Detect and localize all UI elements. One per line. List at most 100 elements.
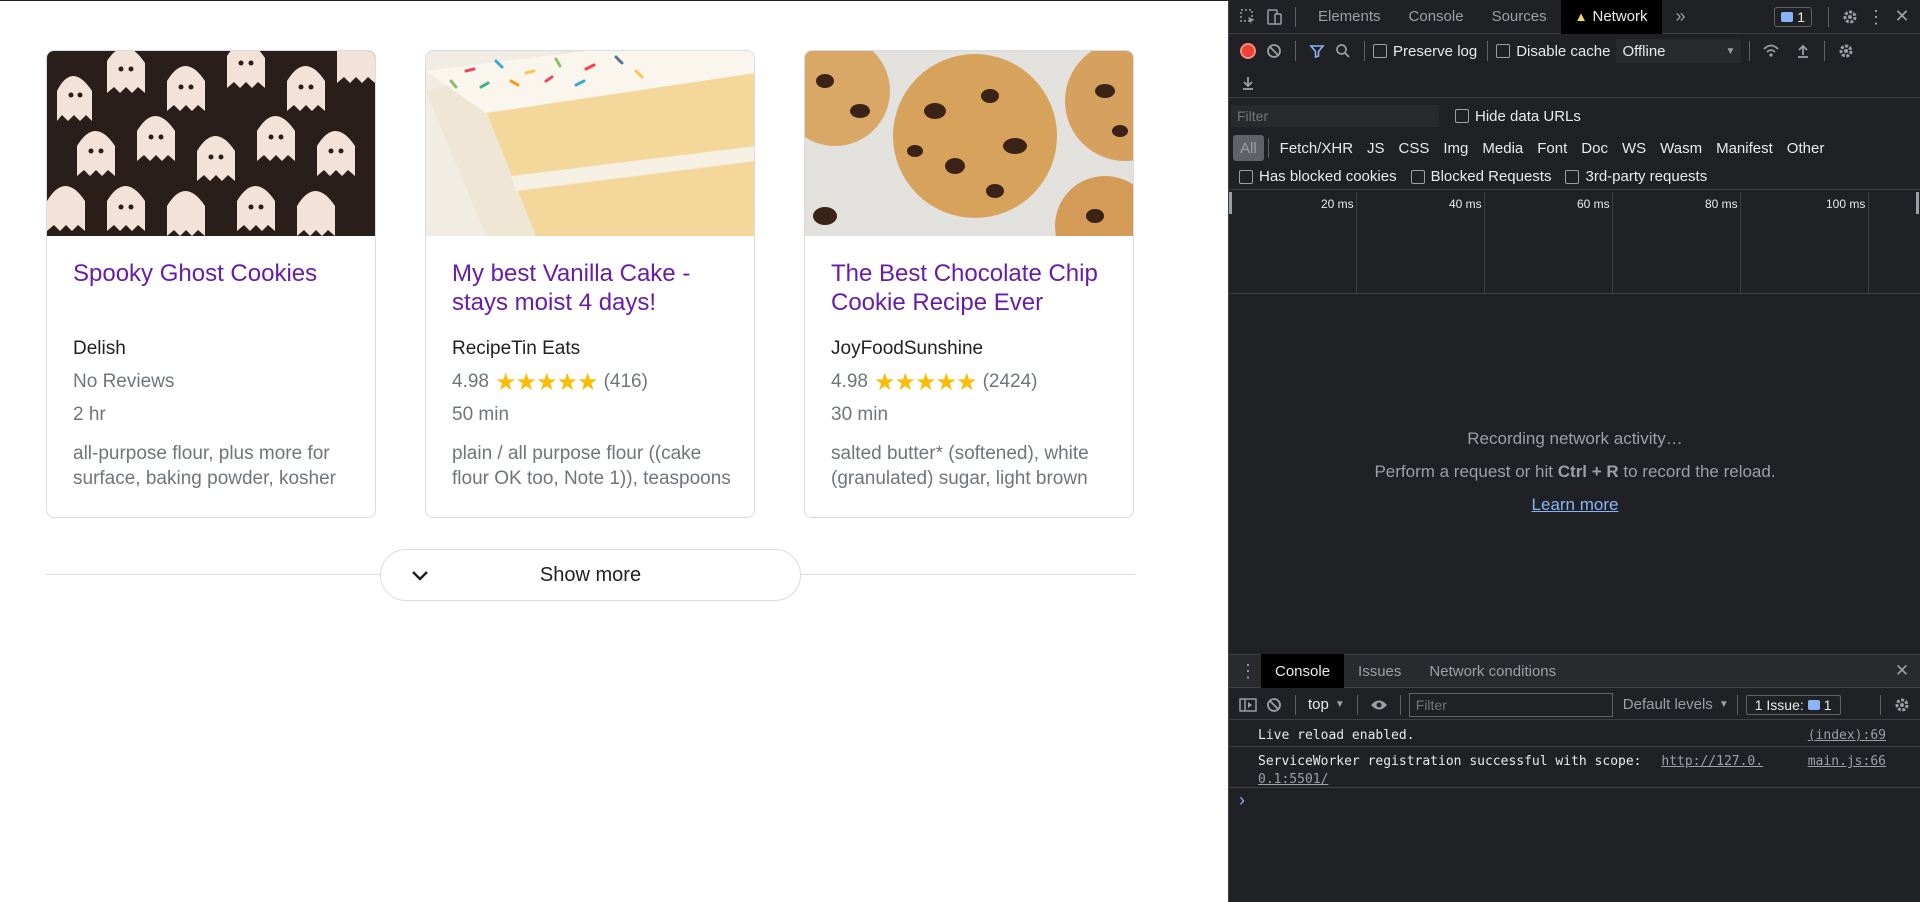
recipe-title[interactable]: The Best Chocolate Chip Cookie Recipe Ev… [831, 259, 1113, 317]
tab-network[interactable]: ▲ Network [1560, 0, 1662, 34]
issues-badge-button[interactable]: 1 [1774, 6, 1812, 27]
log-levels-select[interactable]: Default levels ▼ [1623, 696, 1729, 713]
export-har-icon[interactable] [1235, 70, 1261, 96]
timeline-overview[interactable]: 20 ms 40 ms 60 ms 80 ms 100 ms [1229, 192, 1920, 294]
drawer-tab-issues[interactable]: Issues [1344, 654, 1415, 688]
star-rating-icon: ★★★★★ [494, 368, 599, 396]
type-filter-all[interactable]: All [1233, 135, 1264, 161]
close-devtools-icon[interactable]: ✕ [1889, 4, 1915, 30]
type-filter-css[interactable]: CSS [1392, 135, 1437, 161]
record-button-icon[interactable] [1235, 38, 1261, 64]
blocked-filter-row: Has blocked cookies Blocked Requests 3rd… [1229, 164, 1920, 190]
network-settings-gear-icon[interactable] [1833, 38, 1859, 64]
separator [1267, 138, 1269, 158]
tick-label: 80 ms [1705, 197, 1738, 211]
console-messages: Live reload enabled. (index):69 ServiceW… [1229, 722, 1920, 812]
preserve-log-checkbox[interactable]: Preserve log [1373, 43, 1477, 60]
timeline-handle-left[interactable] [1229, 192, 1232, 214]
review-count: (2424) [982, 371, 1038, 392]
rating-value: 4.98 [831, 371, 868, 392]
device-toolbar-icon[interactable] [1261, 4, 1287, 30]
type-filter-media[interactable]: Media [1475, 135, 1530, 161]
console-message: Live reload enabled. (index):69 [1229, 722, 1920, 747]
throttling-select[interactable]: Offline ▼ [1616, 39, 1742, 63]
recipe-source: JoyFoodSunshine [831, 338, 984, 359]
third-party-label: 3rd-party requests [1585, 168, 1708, 185]
disable-cache-checkbox[interactable]: Disable cache [1496, 43, 1610, 60]
blocked-requests-checkbox[interactable]: Blocked Requests [1410, 168, 1551, 185]
type-filter-ws[interactable]: WS [1615, 135, 1653, 161]
recipe-card-vanilla-cake[interactable]: My best Vanilla Cake - stays moist 4 day… [425, 50, 755, 518]
clear-icon[interactable] [1261, 38, 1287, 64]
show-more-label: Show more [539, 563, 642, 586]
message-icon [1807, 699, 1820, 710]
show-more-button[interactable]: Show more [380, 549, 801, 601]
has-blocked-cookies-checkbox[interactable]: Has blocked cookies [1239, 168, 1397, 185]
tab-elements[interactable]: Elements [1304, 0, 1395, 34]
drawer-menu-icon[interactable]: ⋮ [1235, 658, 1261, 684]
hide-data-urls-checkbox[interactable]: Hide data URLs [1455, 108, 1581, 125]
timeline-handle-right[interactable] [1916, 192, 1919, 214]
console-filter-input[interactable] [1408, 692, 1613, 717]
recipe-card-chocolate-chip[interactable]: The Best Chocolate Chip Cookie Recipe Ev… [804, 50, 1134, 518]
grid-line [1868, 192, 1869, 293]
recipe-time: 50 min [452, 404, 510, 425]
recipe-card-ghost-cookies[interactable]: Spooky Ghost Cookies Delish No Reviews 2… [46, 50, 376, 518]
filter-row: Hide data URLs [1229, 102, 1920, 130]
console-settings-gear-icon[interactable] [1889, 692, 1915, 718]
record-hint-pre: Perform a request or hit [1374, 462, 1558, 481]
record-hint: Perform a request or hit Ctrl + R to rec… [1229, 462, 1920, 482]
inspect-element-icon[interactable] [1235, 4, 1261, 30]
separator [1295, 41, 1296, 61]
type-filter-wasm[interactable]: Wasm [1653, 135, 1709, 161]
type-filter-fetch-xhr[interactable]: Fetch/XHR [1273, 135, 1360, 161]
type-filter-font[interactable]: Font [1530, 135, 1574, 161]
separator [1295, 6, 1296, 27]
separator [1356, 694, 1358, 715]
scope-link[interactable]: http://127.0. [1661, 754, 1763, 769]
drawer-tab-console[interactable]: Console [1261, 654, 1345, 688]
network-toolbar: Preserve log Disable cache Offline ▼ [1229, 36, 1920, 66]
tab-sources[interactable]: Sources [1478, 0, 1561, 34]
close-drawer-icon[interactable]: ✕ [1889, 658, 1915, 684]
more-tabs-button[interactable]: » [1662, 0, 1700, 34]
type-filter-other[interactable]: Other [1780, 135, 1832, 161]
message-icon [1781, 11, 1794, 22]
search-icon[interactable] [1330, 38, 1356, 64]
third-party-checkbox[interactable]: 3rd-party requests [1565, 168, 1707, 185]
sidebar-toggle-icon[interactable] [1235, 692, 1261, 718]
console-prompt[interactable]: › [1229, 788, 1920, 812]
dropdown-arrow-icon: ▼ [1718, 699, 1729, 710]
drawer-tab-network-conditions[interactable]: Network conditions [1415, 654, 1570, 688]
issues-count: 1 [1797, 8, 1805, 25]
recipe-title[interactable]: My best Vanilla Cake - stays moist 4 day… [452, 259, 734, 317]
drawer-tabbar: ⋮ Console Issues Network conditions ✕ [1229, 654, 1920, 688]
grid-line [1612, 192, 1613, 293]
type-filter-doc[interactable]: Doc [1574, 135, 1615, 161]
context-select[interactable]: top ▼ [1304, 696, 1349, 713]
scope-link-continued[interactable]: 0.1:5501/ [1258, 772, 1328, 787]
learn-more-link[interactable]: Learn more [1532, 495, 1619, 514]
more-options-icon[interactable]: ⋮ [1863, 4, 1889, 30]
type-filter-img[interactable]: Img [1436, 135, 1475, 161]
recipe-image-chocolate-chip [805, 51, 1133, 236]
issues-counter-label: 1 Issue: [1754, 696, 1804, 713]
filter-funnel-icon[interactable] [1304, 38, 1330, 64]
clear-console-icon[interactable] [1261, 692, 1287, 718]
tick-label: 40 ms [1449, 197, 1482, 211]
filter-input[interactable] [1231, 105, 1439, 127]
live-expression-eye-icon[interactable] [1366, 692, 1392, 718]
network-conditions-icon[interactable] [1758, 38, 1784, 64]
message-source-link[interactable]: (index):69 [1808, 728, 1886, 743]
tab-console[interactable]: Console [1395, 0, 1478, 34]
tick-label: 20 ms [1321, 197, 1354, 211]
type-filter-manifest[interactable]: Manifest [1709, 135, 1780, 161]
settings-gear-icon[interactable] [1837, 4, 1863, 30]
dropdown-arrow-icon: ▼ [1725, 45, 1736, 57]
message-source-link[interactable]: main.js:66 [1808, 753, 1886, 771]
network-empty-state: Recording network activity… Perform a re… [1229, 296, 1920, 652]
issues-counter-button[interactable]: 1 Issue: 1 [1745, 694, 1841, 715]
import-har-icon[interactable] [1790, 38, 1816, 64]
type-filter-js[interactable]: JS [1360, 135, 1392, 161]
recipe-title[interactable]: Spooky Ghost Cookies [73, 259, 355, 288]
